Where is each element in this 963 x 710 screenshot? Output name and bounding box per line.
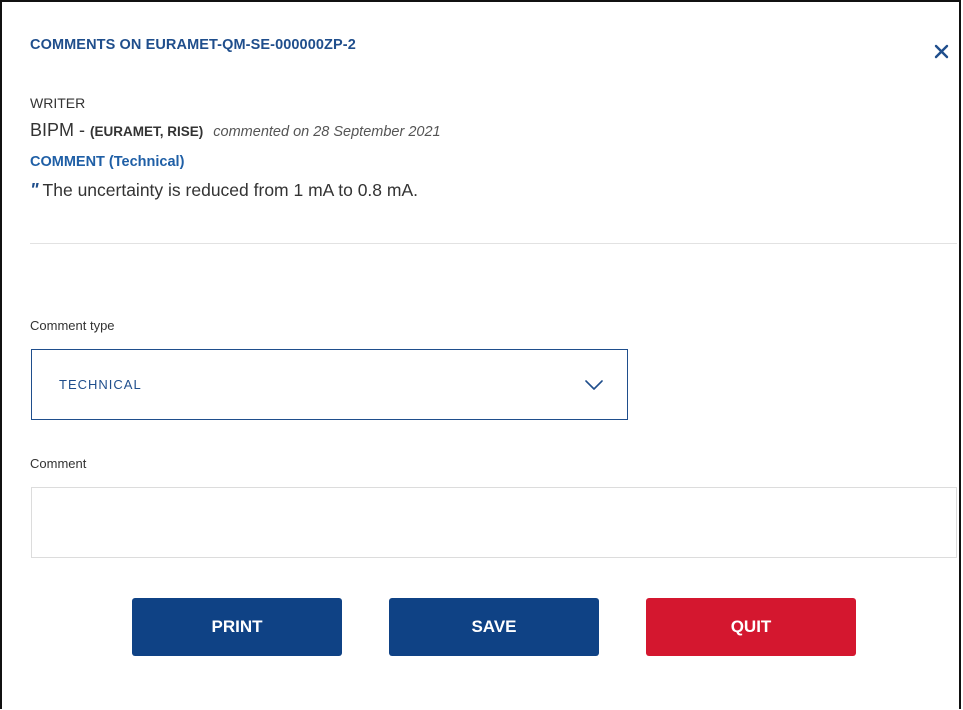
close-icon[interactable] xyxy=(932,42,952,62)
save-button[interactable]: SAVE xyxy=(389,598,599,656)
comments-dialog: COMMENTS ON EURAMET-QM-SE-000000ZP-2 WRI… xyxy=(0,0,961,709)
comment-input[interactable] xyxy=(31,487,957,558)
comment-category-label: COMMENT (Technical) xyxy=(30,154,185,170)
comment-field-label: Comment xyxy=(30,456,87,471)
comment-type-value: TECHNICAL xyxy=(59,377,142,392)
writer-organizations: (EURAMET, RISE) xyxy=(90,124,204,139)
quote-icon: " xyxy=(30,180,39,200)
chevron-down-icon xyxy=(583,378,605,392)
writer-separator: - xyxy=(74,120,91,140)
comment-type-select[interactable]: TECHNICAL xyxy=(31,349,628,420)
comment-type-label: Comment type xyxy=(30,318,115,333)
section-divider xyxy=(30,243,957,244)
comment-date: commented on 28 September 2021 xyxy=(213,124,441,140)
dialog-title: COMMENTS ON EURAMET-QM-SE-000000ZP-2 xyxy=(30,37,356,53)
comment-text: The uncertainty is reduced from 1 mA to … xyxy=(42,180,418,200)
print-button[interactable]: PRINT xyxy=(132,598,342,656)
writer-info: BIPM - (EURAMET, RISE) commented on 28 Se… xyxy=(30,120,441,141)
writer-label: WRITER xyxy=(30,95,86,111)
quit-button[interactable]: QUIT xyxy=(646,598,856,656)
writer-name: BIPM xyxy=(30,120,75,140)
comment-quote: " The uncertainty is reduced from 1 mA to… xyxy=(30,180,418,201)
